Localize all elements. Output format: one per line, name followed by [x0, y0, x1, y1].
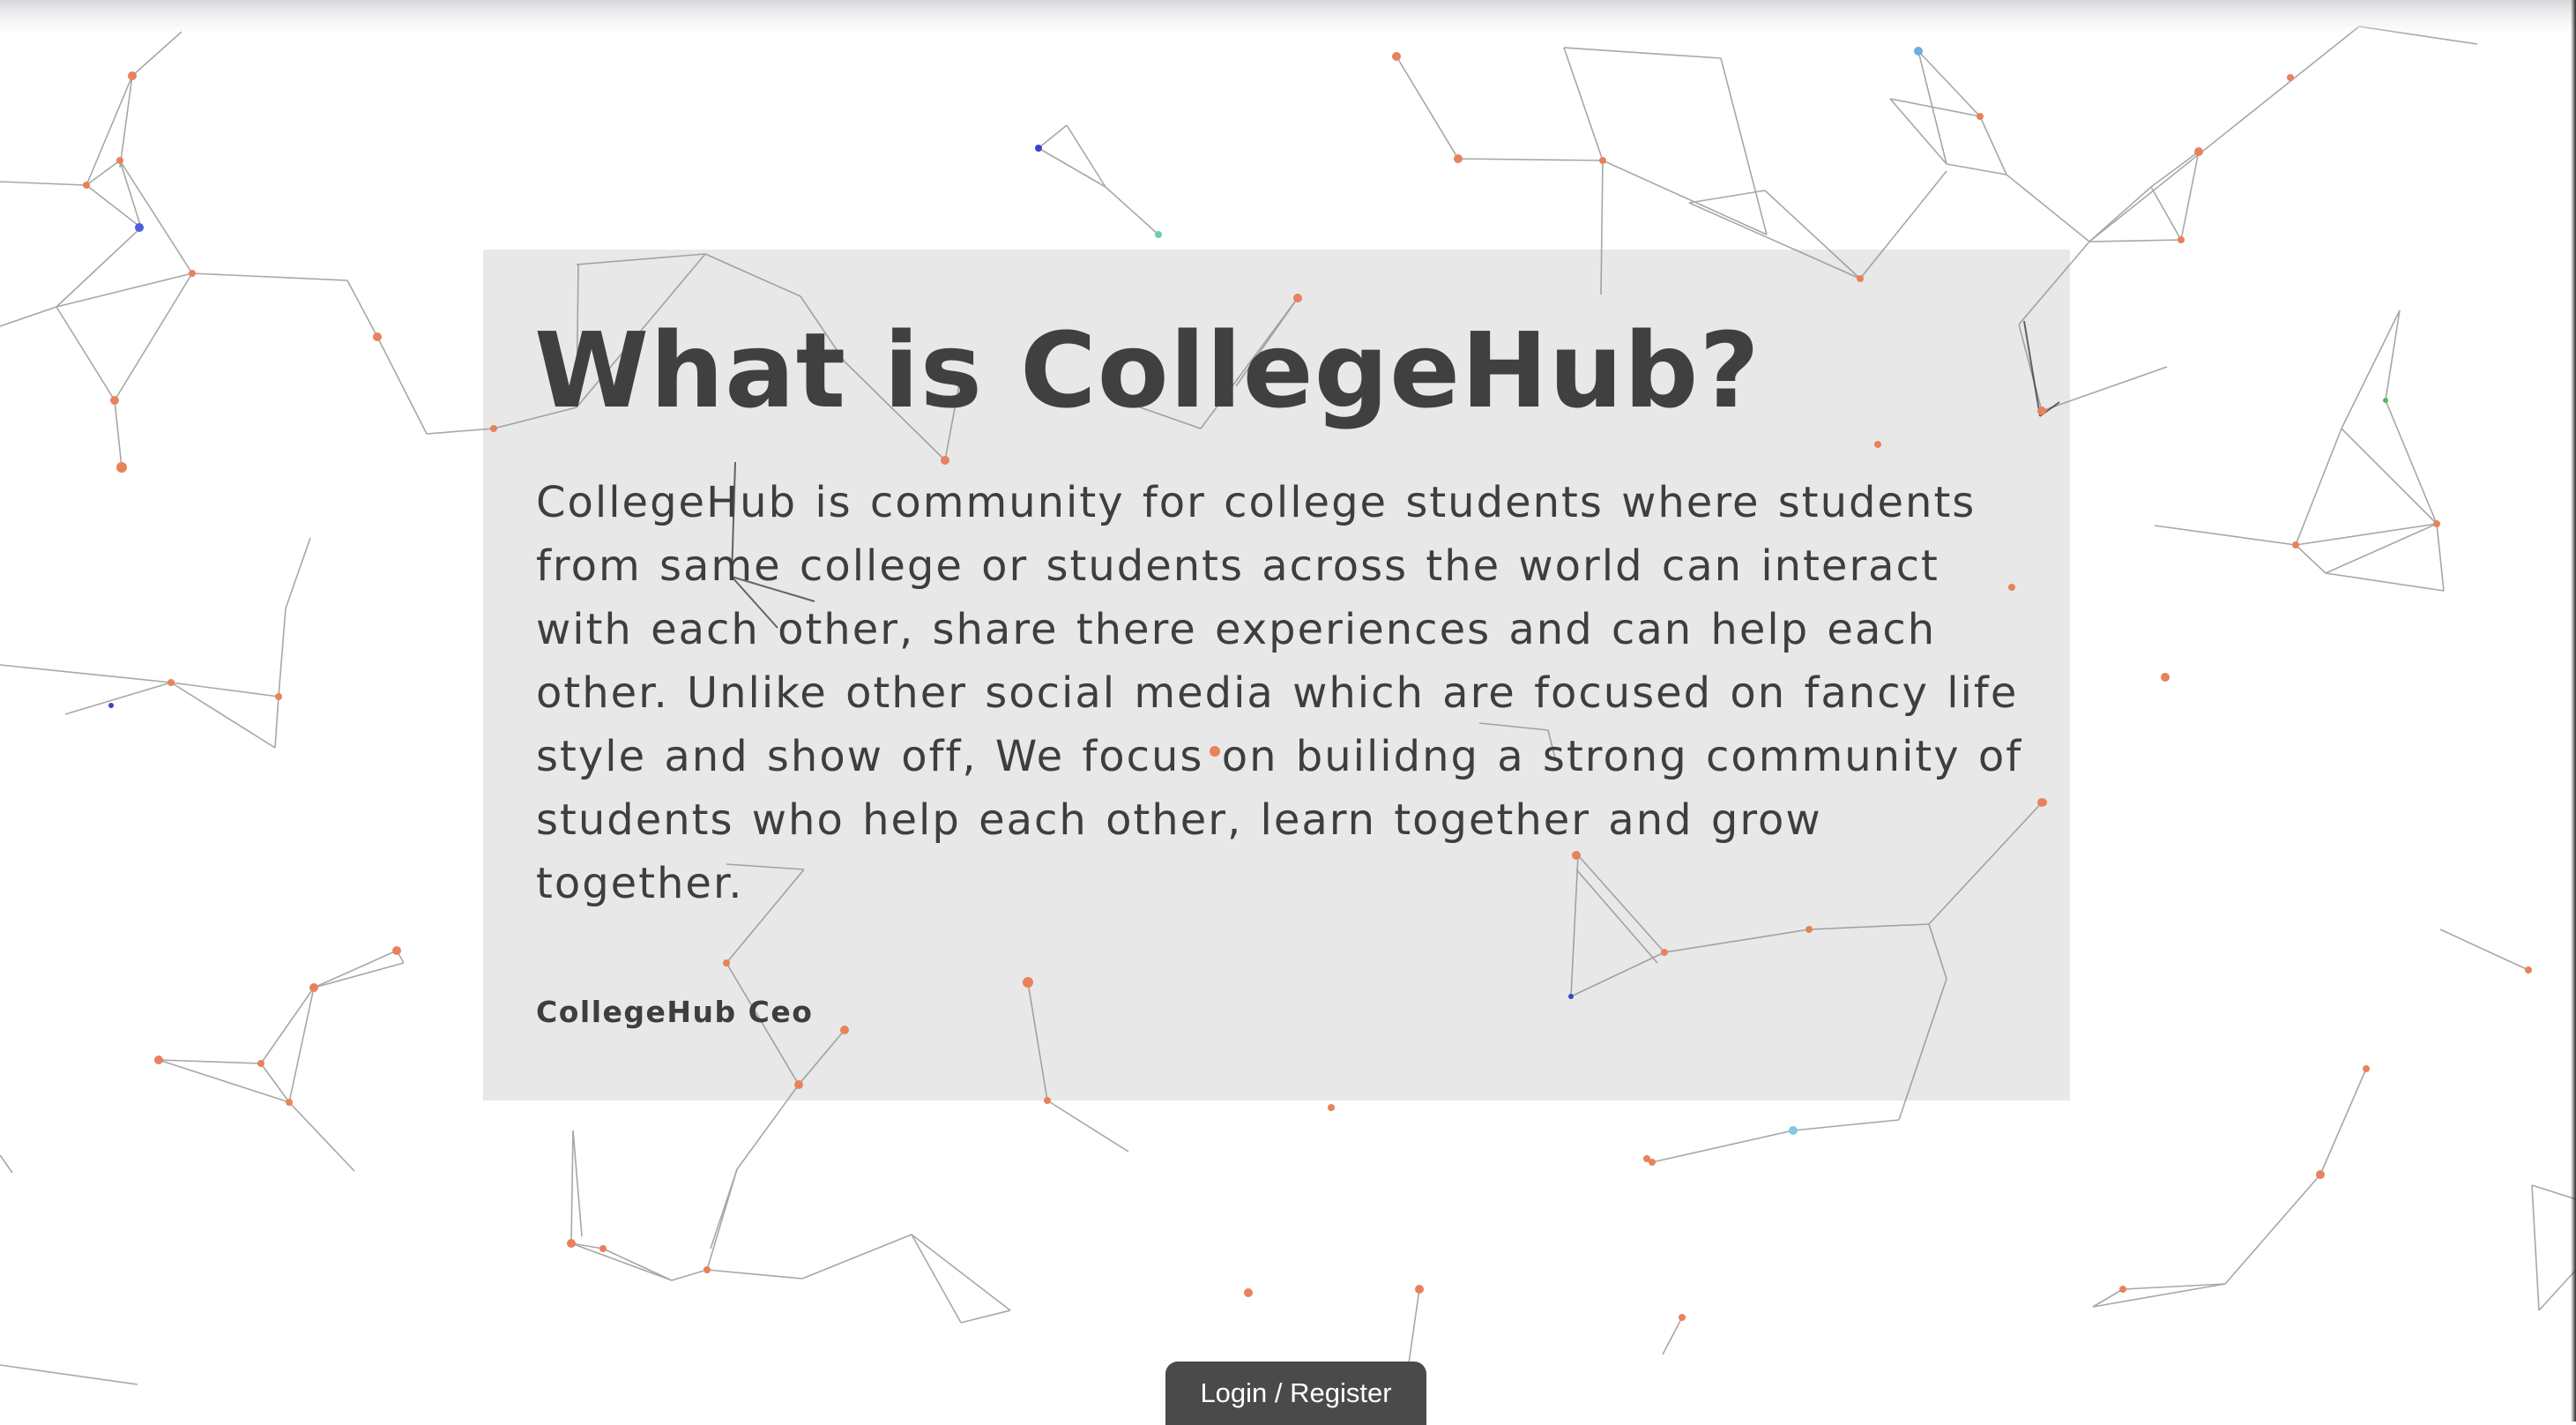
window-edge — [2571, 0, 2576, 1421]
login-register-button[interactable]: Login / Register — [1165, 1362, 1426, 1425]
top-shadow — [0, 0, 2576, 34]
ceo-signature: CollegeHub Ceo — [536, 995, 814, 1029]
page-title: What is CollegeHub? — [534, 310, 1761, 431]
about-description: CollegeHub is community for college stud… — [536, 478, 2023, 908]
